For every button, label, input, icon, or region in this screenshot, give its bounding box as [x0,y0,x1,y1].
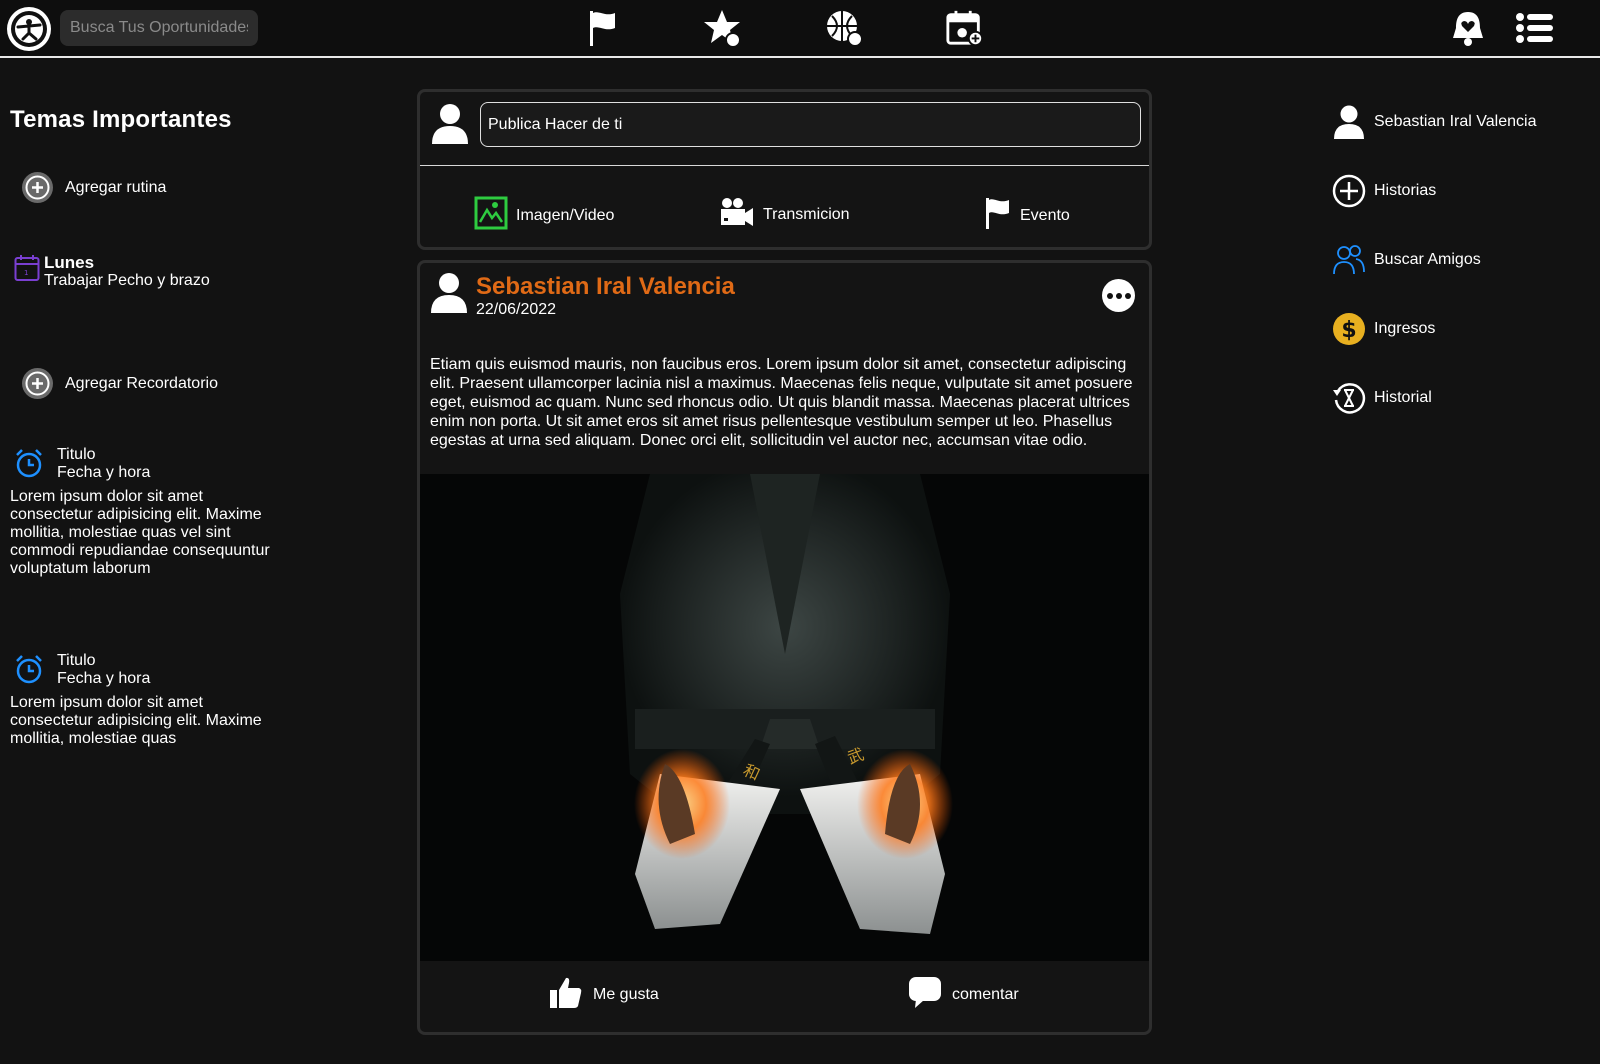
logo-icon[interactable] [7,7,51,51]
routine-description: Trabajar Pecho y brazo [44,272,210,289]
dollar-coin-icon: $ [1331,311,1367,347]
flag-icon [984,196,1012,235]
income-link[interactable]: $ Ingresos [1331,311,1435,347]
profile-link[interactable]: Sebastian Iral Valencia [1331,104,1536,140]
routine-day: Lunes [44,253,95,272]
bell-heart-icon[interactable] [1448,8,1488,48]
post-image[interactable]: 和 武 [420,474,1149,961]
svg-text:1: 1 [24,269,28,277]
image-video-label: Imagen/Video [516,206,615,224]
menu-list-icon[interactable] [1515,8,1555,48]
image-video-icon [474,196,508,235]
section-title: Temas Importantes [10,106,232,133]
stories-label: Historias [1374,182,1437,199]
alarm-clock-icon [14,447,50,483]
transmission-button[interactable]: Transmicion [719,196,850,233]
post-composer: Imagen/Video Transmicion Evento [417,89,1152,250]
profile-label: Sebastian Iral Valencia [1374,113,1537,130]
history-label: Historial [1374,389,1432,406]
post-card: Sebastian Iral Valencia 22/06/2022 Etiam… [417,260,1152,1035]
routine-item[interactable]: 1 Lunes Trabajar Pecho y brazo [14,254,210,290]
calendar-icon: 1 [14,254,40,290]
divider [420,165,1149,166]
user-avatar-icon [431,102,469,151]
comment-label: comentar [952,985,1019,1003]
reminder-datetime: Fecha y hora [57,464,151,481]
income-label: Ingresos [1374,320,1436,337]
add-routine-button[interactable]: Agregar rutina [22,172,166,203]
event-button[interactable]: Evento [984,196,1070,235]
alarm-clock-icon [14,653,50,689]
plus-circle-icon [1331,173,1367,209]
add-routine-label: Agregar rutina [65,178,167,196]
globe-ball-icon[interactable] [824,8,864,48]
image-video-button[interactable]: Imagen/Video [474,196,614,235]
thumbs-up-icon [549,975,583,1014]
reminder-item[interactable]: Titulo Fecha y hora Lorem ipsum dolor si… [10,652,270,748]
transmission-label: Transmicion [763,205,850,223]
add-reminder-label: Agregar Recordatorio [65,374,218,392]
video-camera-icon [719,196,755,233]
calendar-add-icon[interactable] [945,8,985,48]
like-label: Me gusta [593,985,659,1003]
post-text: Etiam quis euismod mauris, non faucibus … [430,356,1133,449]
reminder-item[interactable]: Titulo Fecha y hora Lorem ipsum dolor si… [10,446,270,578]
add-reminder-button[interactable]: Agregar Recordatorio [22,368,218,399]
user-avatar-icon [430,271,468,320]
reminder-title: Titulo [57,652,96,669]
more-dot [1124,292,1131,299]
plus-circle-icon [22,172,53,203]
reminder-datetime: Fecha y hora [57,670,151,687]
like-button[interactable]: Me gusta [549,975,659,1014]
post-input[interactable] [480,102,1141,147]
top-nav [0,0,1600,58]
find-friends-link[interactable]: Buscar Amigos [1331,242,1481,278]
more-dot [1115,292,1122,299]
plus-circle-icon [22,368,53,399]
user-avatar-icon [1331,104,1367,140]
comment-button[interactable]: comentar [908,975,1019,1014]
post-date: 22/06/2022 [476,301,557,318]
event-label: Evento [1020,206,1070,224]
more-options-button[interactable] [1102,279,1135,312]
history-link[interactable]: Historial [1331,380,1432,416]
find-friends-label: Buscar Amigos [1374,251,1481,268]
star-ball-icon[interactable] [703,8,743,48]
more-dot [1106,292,1113,299]
search-input[interactable] [60,10,258,46]
svg-text:$: $ [1341,318,1356,343]
reminder-title: Titulo [57,446,96,463]
history-icon [1331,380,1367,416]
reminder-body: Lorem ipsum dolor sit amet consectetur a… [10,694,262,747]
post-author[interactable]: Sebastian Iral Valencia [476,273,735,301]
friends-icon [1331,242,1367,278]
speech-bubble-icon [908,975,942,1014]
stories-link[interactable]: Historias [1331,173,1436,209]
flag-icon[interactable] [582,8,622,48]
reminder-body: Lorem ipsum dolor sit amet consectetur a… [10,488,270,577]
